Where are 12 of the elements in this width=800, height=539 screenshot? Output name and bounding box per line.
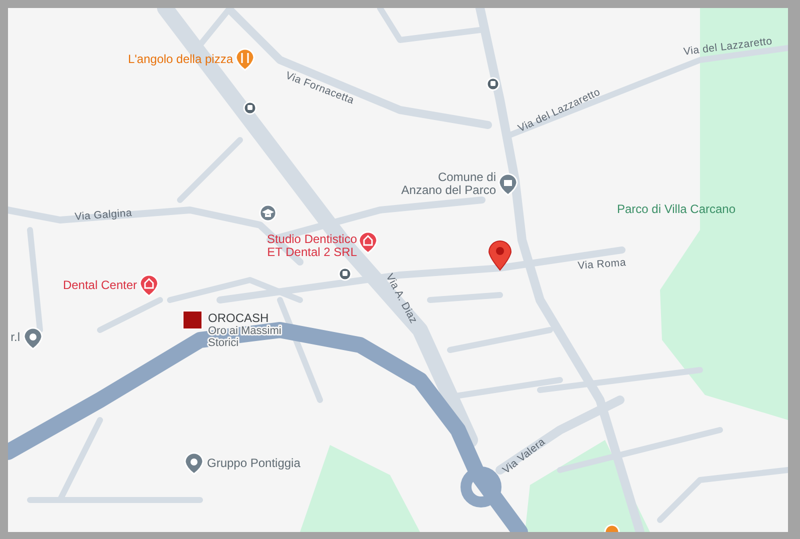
place-label: Gruppo Pontiggia — [207, 456, 300, 470]
street-name: Via A. Diaz — [383, 272, 420, 326]
street-name: Via Galgina — [74, 207, 132, 223]
place-label: Studio Dentistico ET Dental 2 SRL — [266, 232, 357, 259]
restaurant-label: L'angolo della pizza — [128, 52, 233, 66]
street-name: Via del Lazzaretto — [682, 35, 773, 58]
park-label: Parco di Villa Carcano — [617, 202, 736, 216]
place-label: Comune di Anzano del Parco — [401, 170, 496, 197]
place-label: Dental Center — [62, 278, 137, 292]
place-label: r.l — [10, 330, 20, 344]
street-name: Via Roma — [577, 256, 626, 272]
place-label: OROCASH — [208, 311, 269, 325]
